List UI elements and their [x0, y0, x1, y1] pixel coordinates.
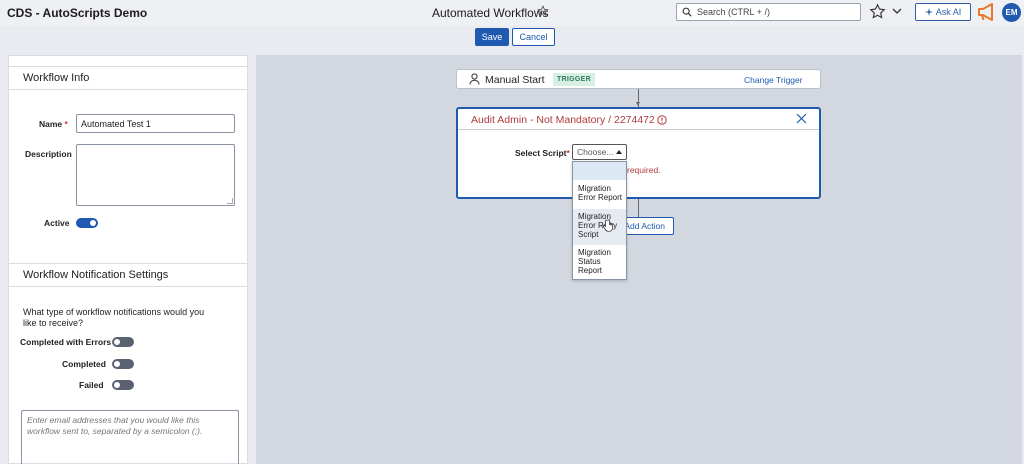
select-script-label: Select Script*: [515, 148, 570, 158]
chevron-down-icon[interactable]: [892, 7, 902, 15]
completed-with-errors-label: Completed with Errors: [20, 337, 112, 347]
search-input[interactable]: [697, 5, 857, 19]
change-trigger-link[interactable]: Change Trigger: [744, 75, 803, 85]
notification-question: What type of workflow notifications woul…: [23, 307, 205, 328]
action-title: Audit Admin - Not Mandatory / 2274472: [471, 114, 655, 126]
failed-toggle[interactable]: [112, 380, 134, 390]
description-field[interactable]: [76, 144, 235, 206]
caret-up-icon: [616, 150, 622, 154]
dropdown-option[interactable]: Migration Error Report: [573, 184, 626, 202]
select-script-dropdown[interactable]: Choose...: [572, 144, 627, 160]
dropdown-option[interactable]: Migration Status Report: [573, 248, 626, 275]
warning-info-icon: [657, 115, 667, 125]
description-label: Description: [25, 149, 72, 159]
sparkle-icon: [924, 8, 933, 16]
search-icon: [682, 7, 692, 17]
ask-ai-button[interactable]: Ask AI: [915, 3, 971, 21]
close-icon[interactable]: [796, 113, 807, 124]
top-bar: CDS - AutoScripts Demo Automated Workflo…: [0, 0, 1024, 26]
favorites-star-icon[interactable]: [869, 3, 886, 20]
card-divider: [458, 129, 819, 130]
dropdown-option-empty[interactable]: [573, 162, 626, 180]
connector-line: [638, 199, 639, 217]
save-button[interactable]: Save: [475, 28, 509, 46]
select-script-value: Choose...: [577, 147, 614, 157]
megaphone-icon[interactable]: [976, 2, 998, 22]
workflow-settings-panel: Workflow Info Name * Description Active …: [8, 55, 248, 464]
script-options-list[interactable]: Migration Error Report Migration Error R…: [572, 161, 627, 280]
active-label: Active: [44, 218, 70, 228]
workflow-info-heading: Workflow Info: [9, 66, 247, 90]
name-field[interactable]: [76, 114, 235, 133]
completed-toggle[interactable]: [112, 359, 134, 369]
favorite-star-icon[interactable]: [537, 5, 549, 17]
failed-label: Failed: [79, 380, 104, 390]
resize-handle-icon[interactable]: [227, 198, 233, 204]
completed-with-errors-toggle[interactable]: [112, 337, 134, 347]
name-label: Name *: [39, 119, 68, 129]
cancel-button[interactable]: Cancel: [512, 28, 555, 46]
ask-ai-label: Ask AI: [935, 7, 962, 17]
active-toggle[interactable]: [76, 218, 98, 228]
dropdown-option-hovered[interactable]: Migration Error Retry Script: [573, 209, 626, 245]
hand-cursor-icon: [602, 219, 613, 232]
completed-label: Completed: [62, 359, 106, 369]
validation-error-text: required.: [627, 165, 661, 175]
user-avatar[interactable]: EM: [1002, 3, 1021, 22]
action-card[interactable]: Audit Admin - Not Mandatory / 2274472 Se…: [456, 107, 821, 199]
add-action-button[interactable]: Add Action: [619, 217, 674, 235]
notification-settings-heading: Workflow Notification Settings: [9, 263, 247, 287]
page-title: Automated Workflows: [432, 6, 549, 20]
app-title: CDS - AutoScripts Demo: [7, 6, 148, 20]
user-icon: [469, 73, 480, 85]
notification-email-field[interactable]: Enter email addresses that you would lik…: [21, 410, 239, 464]
trigger-title: Manual Start: [485, 74, 545, 86]
connector-arrow-icon: [636, 102, 640, 106]
trigger-card[interactable]: Manual Start TRIGGER Change Trigger: [456, 69, 821, 89]
trigger-badge: TRIGGER: [553, 73, 595, 86]
search-box[interactable]: [676, 3, 861, 21]
